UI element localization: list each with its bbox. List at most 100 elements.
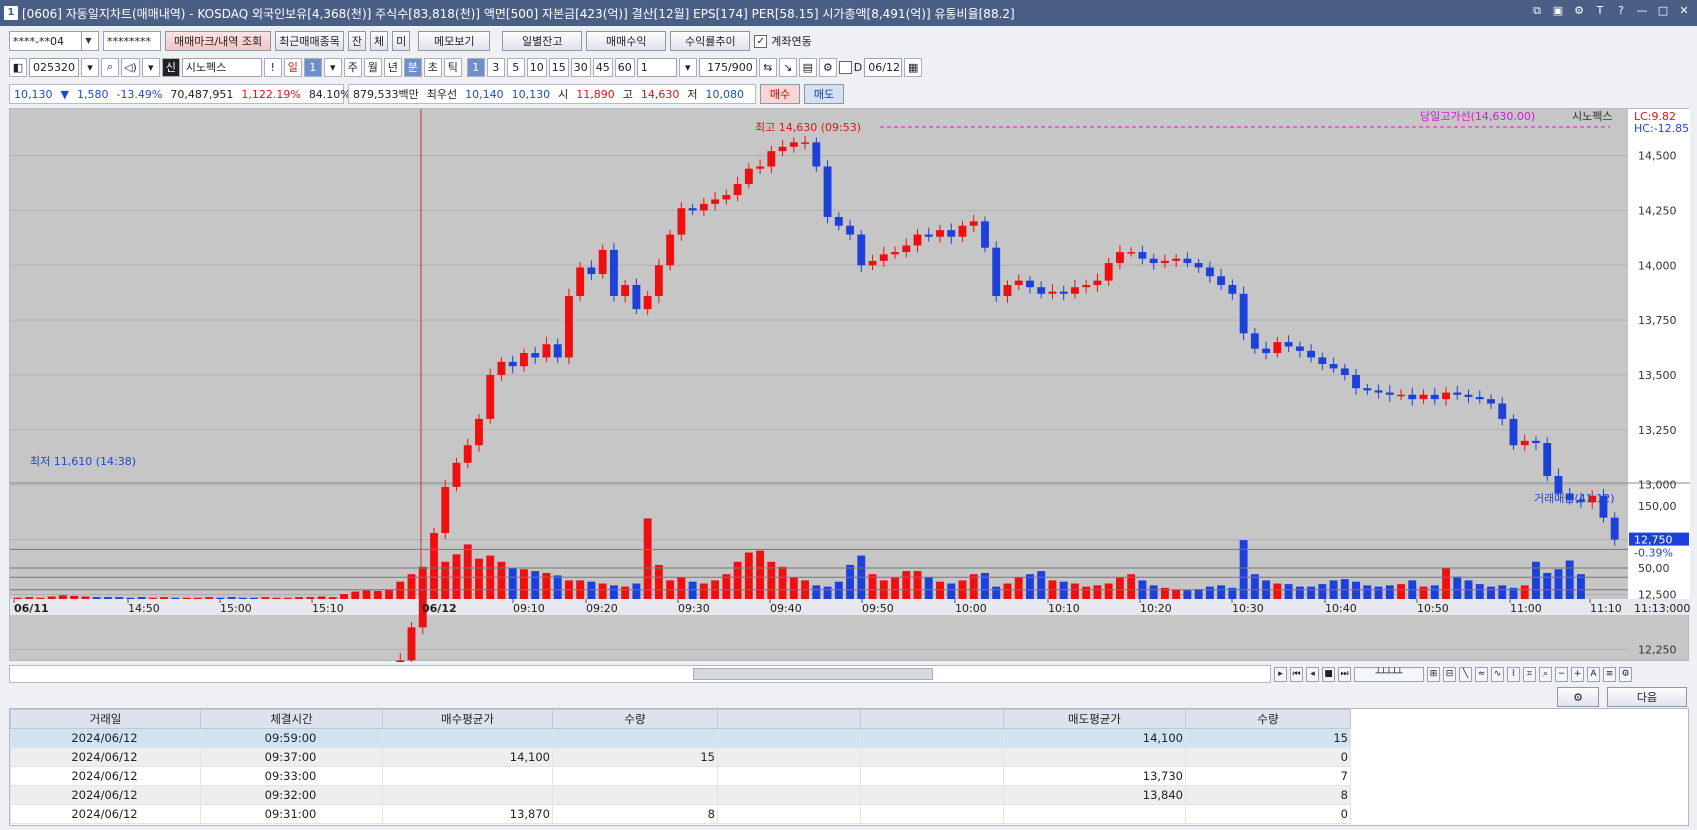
minimize-icon[interactable]: — [1635,4,1649,18]
stock-code-input[interactable]: 025320 [29,57,79,77]
column-header[interactable]: 수량 [1185,709,1351,729]
grid-settings-button[interactable]: ⚙ [1557,687,1599,707]
volume-bar [1205,586,1214,599]
trade-profit-button[interactable]: 매매수익 [586,31,667,51]
interval-60[interactable]: 60 [614,57,635,77]
column-header[interactable] [717,709,861,729]
table-row[interactable]: 2024/06/12 09:37:00 14,100 15 0 [10,747,1351,767]
account-select[interactable]: ****-**04 ▼ [9,31,99,51]
interval-30[interactable]: 30 [570,57,591,77]
period-tick-button[interactable]: 틱 [443,57,462,77]
scroll-left-icon[interactable]: ▸ [1274,666,1287,682]
scrollbar-thumb[interactable] [693,668,933,680]
period-year-button[interactable]: 년 [383,57,402,77]
column-header[interactable]: 수량 [552,709,718,729]
stop-icon[interactable]: ■ [1322,666,1335,682]
table-row[interactable]: 2024/06/12 09:33:00 13,730 7 [10,766,1351,786]
maximize-icon[interactable]: □ [1656,4,1670,18]
column-header[interactable]: 체결시간 [200,709,383,729]
tile-icon[interactable]: ⧉ [1530,4,1544,18]
tool-icon-1[interactable]: ⊞ [1427,666,1440,682]
close-icon[interactable]: ✕ [1677,4,1691,18]
zoom-out-icon[interactable]: − [1555,666,1568,682]
count-select[interactable]: 1 [636,57,677,77]
price-chart[interactable]: 14,500 14,250 14,000 13,750 13,500 13,250 13,0… [10,109,1690,662]
tool-icon-3[interactable]: ╲ [1459,666,1472,682]
interval-10[interactable]: 10 [526,57,547,77]
copy-icon[interactable]: ▣ [1551,4,1565,18]
text-icon[interactable]: A [1587,666,1600,682]
play-back-icon[interactable]: ◂ [1306,666,1319,682]
period-dropdown-icon[interactable]: ▾ [323,57,342,77]
count-field[interactable]: 175/900 [698,57,757,77]
layout-icon[interactable]: ◧ [9,57,27,77]
tool-icon-2[interactable]: ⊟ [1443,666,1456,682]
draw-icon[interactable]: ↘ [778,57,797,77]
interval-1[interactable]: 1 [466,57,485,77]
balance-button[interactable]: 잔 [347,31,367,51]
column-header[interactable]: 매도평균가 [1003,709,1186,729]
forward-icon[interactable]: ⏭ [1338,666,1351,682]
tool-icon-4[interactable]: ≈ [1475,666,1488,682]
text-size-icon[interactable]: T [1593,4,1607,18]
search-icon[interactable]: ⌕ [101,57,119,77]
calendar-icon[interactable]: ▦ [904,57,923,77]
period-day-button[interactable]: 일 [283,57,302,77]
recent-trades-button[interactable]: 최근매매종목 [275,31,344,51]
interval-45[interactable]: 45 [592,57,613,77]
buy-button[interactable]: 매수 [760,84,800,104]
tool-icon-6[interactable]: ⌇ [1507,666,1520,682]
table-row[interactable]: 2024/06/12 09:59:00 14,100 15 [10,728,1351,748]
period-number[interactable]: 1 [303,57,322,77]
list-icon[interactable]: ≡ [1603,666,1616,682]
trade-marks-button[interactable]: 매매마크/내역 조회 [165,31,272,51]
table-row[interactable]: 2024/06/12 09:32:00 13,840 8 [10,785,1351,805]
zoom-in-icon[interactable]: + [1571,666,1584,682]
stock-name-field[interactable]: 시노펙스 [181,57,262,77]
date-field[interactable]: 06/12 [864,57,903,77]
account-link-checkbox[interactable]: ✓ [754,34,768,48]
tool-icon-5[interactable]: ∿ [1491,666,1504,682]
help-icon[interactable]: ? [1614,4,1628,18]
next-button[interactable]: 다음 [1607,687,1687,707]
rewind-icon[interactable]: ⏮ [1290,666,1303,682]
chart-area[interactable]: 14,500 14,250 14,000 13,750 13,500 13,250 13,0… [9,108,1690,662]
period-second-button[interactable]: 초 [423,57,442,77]
gear-icon[interactable]: ⚙ [818,57,837,77]
alert-button[interactable]: ! [263,57,282,77]
daily-balance-button[interactable]: 일별잔고 [502,31,583,51]
table-row[interactable]: 2024/06/12 09:31:00 13,870 8 0 [10,804,1351,824]
period-month-button[interactable]: 월 [363,57,382,77]
magnify-icon[interactable]: ⌕ [1539,666,1552,682]
period-minute-button[interactable]: 분 [403,57,422,77]
scale-icon[interactable]: ⇆ [758,57,777,77]
chevron-down-icon[interactable]: ▼ [81,32,95,50]
settings-icon[interactable]: ⚙ [1572,4,1586,18]
date-checkbox[interactable] [838,60,852,74]
interval-3[interactable]: 3 [486,57,505,77]
unfilled-button[interactable]: 미 [392,31,411,51]
profit-trend-button[interactable]: 수익률추이 [670,31,751,51]
sell-button[interactable]: 매도 [804,84,844,104]
memo-button[interactable]: 메모보기 [418,31,491,51]
settings-icon-2[interactable]: ⚙ [1619,666,1632,682]
interval-5[interactable]: 5 [506,57,525,77]
volume-bar [1577,574,1585,599]
sound-icon[interactable]: ◁) [121,57,140,77]
x-axis-right-label: 11:13:000 [1634,602,1690,615]
dropdown-icon[interactable]: ▾ [81,57,99,77]
interval-15[interactable]: 15 [548,57,569,77]
dropdown-icon-2[interactable]: ▾ [141,57,160,77]
executed-button[interactable]: 체 [370,31,389,51]
count-dropdown-icon[interactable]: ▾ [678,57,697,77]
volume-bar [1419,586,1428,599]
period-week-button[interactable]: 주 [343,57,362,77]
password-field[interactable]: ******** [103,31,161,51]
save-icon[interactable]: ▤ [798,57,817,77]
tool-icon-7[interactable]: ⌗ [1523,666,1536,682]
column-header[interactable]: 매수평균가 [382,709,553,729]
column-header[interactable] [860,709,1004,729]
zoom-slider[interactable]: ┴┴┴┴┴ [1354,666,1424,682]
chart-scrollbar[interactable] [9,665,1271,683]
column-header[interactable]: 거래일 [10,709,201,729]
